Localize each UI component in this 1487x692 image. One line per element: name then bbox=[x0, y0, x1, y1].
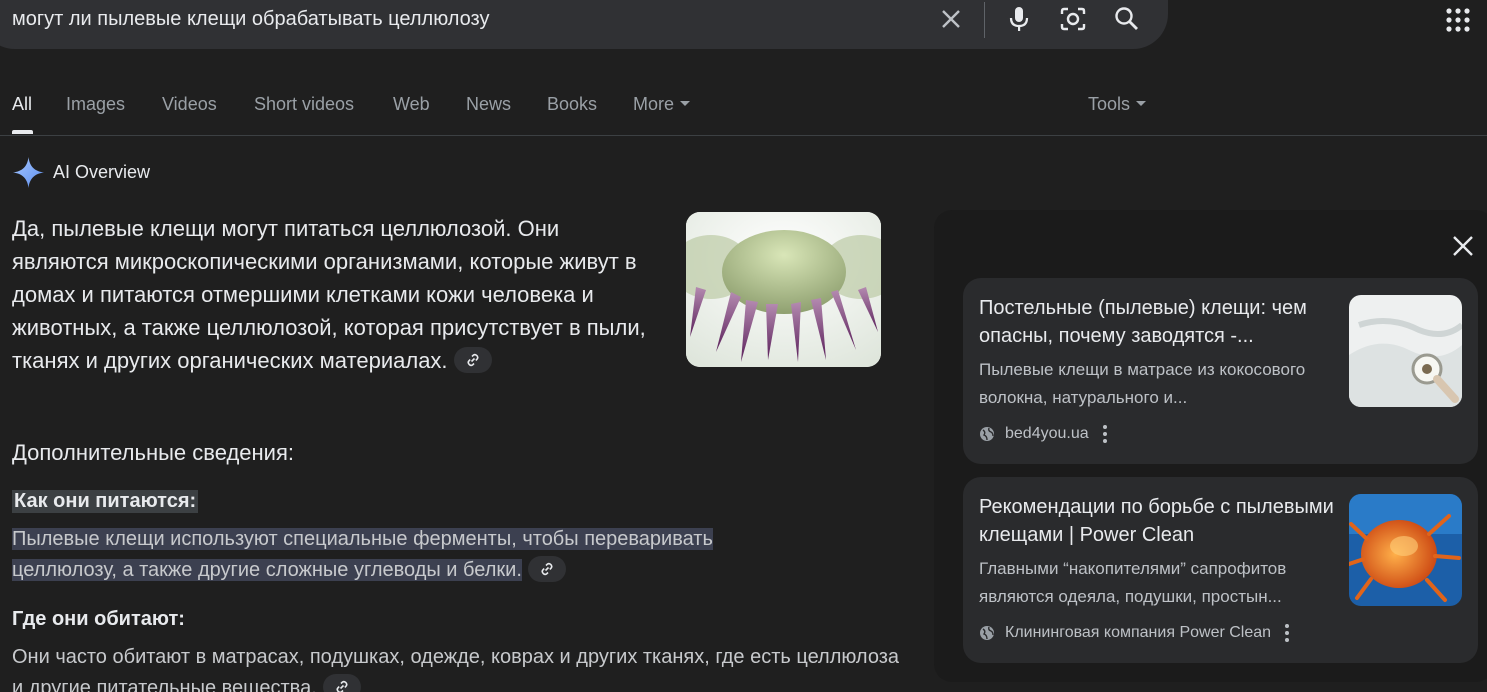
more-vert-icon[interactable] bbox=[1102, 425, 1107, 443]
search-tabs: All Images Videos Short videos Web News … bbox=[0, 90, 1487, 136]
link-icon bbox=[541, 562, 553, 575]
mic-icon[interactable] bbox=[1004, 4, 1034, 34]
tools-label: Tools bbox=[1088, 94, 1131, 114]
ai-sparkle-icon bbox=[13, 157, 44, 188]
source-link-chip[interactable] bbox=[322, 673, 361, 692]
source-site-name: Клининговая компания Power Clean bbox=[1005, 624, 1272, 641]
search-bar[interactable]: могут ли пылевые клещи обрабатывать целл… bbox=[0, 0, 1168, 49]
tab-videos[interactable]: Videos bbox=[162, 94, 217, 115]
more-vert-icon[interactable] bbox=[1285, 624, 1290, 642]
ai-answer-body: Да, пылевые клещи могут питаться целлюло… bbox=[12, 216, 646, 373]
tab-books[interactable]: Books bbox=[547, 94, 597, 115]
link-icon bbox=[466, 354, 479, 367]
tab-more[interactable]: More bbox=[633, 94, 691, 115]
chevron-down-icon bbox=[1136, 100, 1147, 106]
source-snippet: Главными “накопителями” сапрофитов являю… bbox=[979, 559, 1287, 606]
ai-overview-header: AI Overview bbox=[12, 156, 150, 189]
chevron-down-icon bbox=[680, 100, 691, 106]
tab-short-videos[interactable]: Short videos bbox=[254, 94, 354, 115]
apps-grid-icon[interactable] bbox=[1446, 8, 1470, 32]
section-text-feeding-body: Пылевые клещи используют специальные фер… bbox=[12, 528, 713, 581]
source-thumbnail[interactable] bbox=[1349, 295, 1462, 407]
source-link-chip[interactable] bbox=[527, 555, 566, 582]
source-thumbnail[interactable] bbox=[1349, 494, 1462, 606]
source-title[interactable]: Рекомендации по борьбе с пылевыми клещам… bbox=[979, 493, 1334, 549]
search-input[interactable]: могут ли пылевые клещи обрабатывать целл… bbox=[12, 8, 490, 31]
tab-more-label: More bbox=[633, 94, 675, 114]
globe-icon bbox=[980, 427, 994, 441]
lens-icon[interactable] bbox=[1058, 4, 1088, 34]
source-title[interactable]: Постельные (пылевые) клещи: чем опасны, … bbox=[979, 294, 1334, 350]
tab-all[interactable]: All bbox=[12, 94, 32, 115]
ai-overview-image[interactable] bbox=[686, 212, 881, 367]
source-snippet: Пылевые клещи в матрасе из кокосового во… bbox=[979, 360, 1306, 407]
search-icon[interactable] bbox=[1112, 4, 1142, 34]
tab-images[interactable]: Images bbox=[66, 94, 125, 115]
source-site-name: bed4you.ua bbox=[1005, 425, 1089, 442]
tools-button[interactable]: Tools bbox=[1088, 94, 1147, 115]
globe-icon bbox=[980, 626, 994, 640]
section-text-habitat-body: Они часто обитают в матрасах, подушках, … bbox=[12, 646, 900, 692]
section-heading-feeding: Как они питаются: bbox=[12, 490, 199, 513]
source-site[interactable]: Клининговая компания Power Clean bbox=[979, 624, 1290, 642]
ai-answer-text: Да, пылевые клещи могут питаться целлюло… bbox=[12, 212, 652, 377]
source-card[interactable]: Постельные (пылевые) клещи: чем опасны, … bbox=[963, 278, 1478, 464]
close-panel-icon[interactable] bbox=[1449, 232, 1477, 260]
source-link-chip[interactable] bbox=[453, 347, 492, 374]
ai-overview-label: AI Overview bbox=[53, 162, 151, 182]
clear-search-icon[interactable] bbox=[936, 4, 966, 34]
tab-web[interactable]: Web bbox=[393, 94, 430, 115]
link-icon bbox=[336, 680, 348, 692]
more-info-heading: Дополнительные сведения: bbox=[12, 440, 294, 465]
section-heading-habitat: Где они обитают: bbox=[12, 608, 185, 630]
source-card[interactable]: Рекомендации по борьбе с пылевыми клещам… bbox=[963, 477, 1478, 663]
section-text-habitat: Они часто обитают в матрасах, подушках, … bbox=[12, 642, 912, 692]
active-tab-indicator bbox=[12, 130, 33, 134]
search-divider bbox=[984, 2, 985, 38]
tab-news[interactable]: News bbox=[466, 94, 511, 115]
source-site[interactable]: bed4you.ua bbox=[979, 425, 1107, 443]
section-text-feeding: Пылевые клещи используют специальные фер… bbox=[12, 524, 713, 586]
